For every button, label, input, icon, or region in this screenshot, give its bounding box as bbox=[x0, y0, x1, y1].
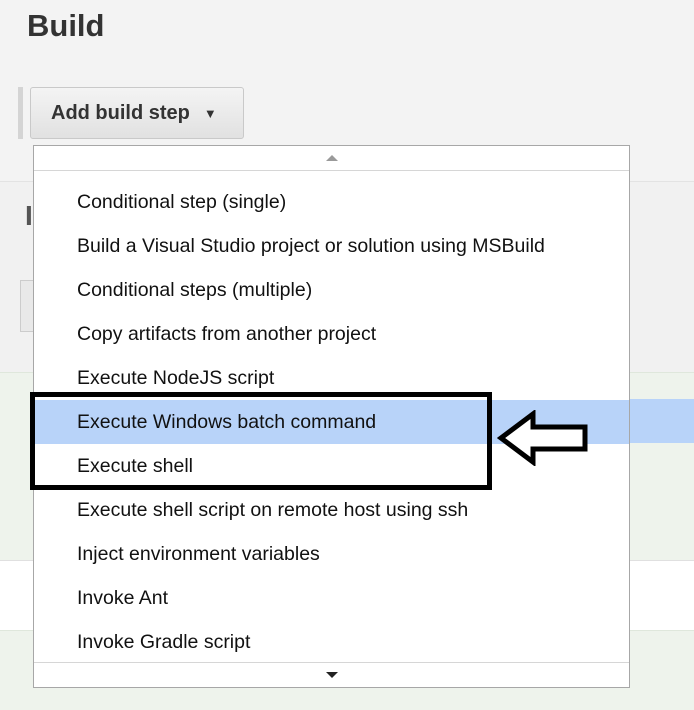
section-indicator-bar bbox=[18, 87, 23, 139]
scroll-down-button[interactable] bbox=[34, 662, 629, 687]
scroll-up-icon bbox=[325, 155, 338, 161]
scroll-down-icon bbox=[325, 672, 338, 678]
menu-item[interactable]: Invoke Gradle script bbox=[34, 620, 629, 664]
scroll-up-button[interactable] bbox=[34, 146, 629, 171]
section-title: Build bbox=[27, 8, 105, 43]
menu-item[interactable]: Execute shell script on remote host usin… bbox=[34, 488, 629, 532]
add-build-step-button[interactable]: Add build step ▼ bbox=[30, 87, 244, 139]
menu-item[interactable]: Inject environment variables bbox=[34, 532, 629, 576]
menu-item-highlighted[interactable]: Execute Windows batch command bbox=[34, 400, 629, 444]
menu-item[interactable]: Conditional steps (multiple) bbox=[34, 268, 629, 312]
menu-item[interactable]: Conditional step (single) bbox=[34, 180, 629, 224]
menu-item[interactable]: Invoke Ant bbox=[34, 576, 629, 620]
highlight-extension bbox=[630, 399, 694, 443]
menu-item[interactable]: Build a Visual Studio project or solutio… bbox=[34, 224, 629, 268]
add-build-step-label: Add build step bbox=[51, 101, 190, 124]
obscured-section-heading: I bbox=[25, 200, 33, 231]
menu-item[interactable]: Execute NodeJS script bbox=[34, 356, 629, 400]
menu-item[interactable]: Execute shell bbox=[34, 444, 629, 488]
menu-item[interactable]: Copy artifacts from another project bbox=[34, 312, 629, 356]
caret-down-icon: ▼ bbox=[203, 105, 217, 121]
build-step-dropdown[interactable]: Conditional step (single) Build a Visual… bbox=[33, 145, 630, 688]
